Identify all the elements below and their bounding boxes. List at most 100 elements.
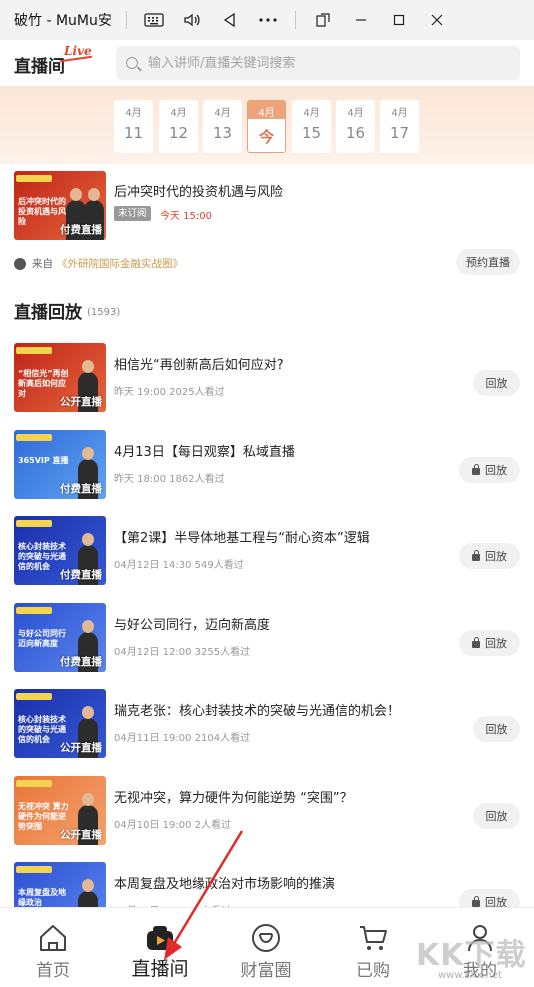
replay-section-title: 直播回放 <box>14 303 82 323</box>
thumbnail-caption: 本周复盘及地缘政治 <box>18 888 66 907</box>
subscription-status-badge: 未订阅 <box>114 206 151 221</box>
replay-thumbnail[interactable]: 本周复盘及地缘政治付费直播 <box>14 862 106 907</box>
date-tab-13[interactable]: 4月 13 <box>203 100 242 153</box>
thumbnail-tag <box>16 347 52 354</box>
replay-thumbnail[interactable]: “相信光”再创新高后如何应对 公开直播 <box>14 343 106 412</box>
replay-button[interactable]: 回放 <box>473 716 520 742</box>
replay-meta: 昨天 18:00 1862人看过 <box>114 473 225 485</box>
titlebar-divider <box>126 11 127 29</box>
close-icon[interactable] <box>418 0 456 40</box>
date-month: 4月 <box>170 108 187 119</box>
home-icon <box>40 925 66 951</box>
nav-label: 直播间 <box>131 958 189 980</box>
replay-meta: 04月12日 12:00 3255人看过 <box>114 646 251 658</box>
replay-button[interactable]: 回放 <box>459 543 520 569</box>
replay-thumbnail[interactable]: 365VIP 直播 付费直播 <box>14 429 106 499</box>
replay-item[interactable]: 核心封装技术的突破与光通信的机会 付费直播 【第2课】半导体地基工程与“耐心资本”逻… <box>0 516 534 586</box>
nav-item-live[interactable]: 直播间 <box>107 908 213 987</box>
replay-title[interactable]: 相信光“再创新高后如何应对? <box>114 354 284 373</box>
nav-item-purchased[interactable]: 已购 <box>320 908 426 987</box>
nav-item-home[interactable]: 首页 <box>0 908 106 987</box>
cart-icon <box>360 926 387 950</box>
live-type-badge: 公开直播 <box>60 396 102 408</box>
minimize-icon[interactable] <box>342 0 380 40</box>
replay-meta: 04月11日 19:00 2104人看过 <box>114 733 251 744</box>
lock-icon <box>472 550 480 561</box>
thumbnail-tag <box>16 866 52 873</box>
replay-button[interactable]: 回放 <box>459 629 520 656</box>
date-tab-15[interactable]: 4月 15 <box>292 100 331 153</box>
live-type-badge: 公开直播 <box>60 742 102 754</box>
date-day: 15 <box>301 124 322 142</box>
keyboard-icon[interactable] <box>135 0 173 40</box>
date-tab-11[interactable]: 4月 11 <box>114 100 153 153</box>
upcoming-time: 今天 15:00 <box>160 211 212 222</box>
replay-item[interactable]: 本周复盘及地缘政治付费直播本周复盘及地缘政治对市场影响的推演04月10日 16:… <box>0 862 534 907</box>
avatar <box>14 257 26 270</box>
replay-title[interactable]: 无视冲突，算力硬件为何能逆势 “突围”？ <box>114 787 353 806</box>
replay-item[interactable]: 无视冲突 算力硬件为何能逆势突围 公开直播 无视冲突，算力硬件为何能逆势 “突围”？… <box>0 775 534 846</box>
replay-button-label: 回放 <box>485 723 508 736</box>
replay-button[interactable]: 回放 <box>473 802 520 829</box>
thumbnail-caption: 与好公司同行 迈向新高度 <box>18 628 66 648</box>
date-month: 4月 <box>303 108 320 119</box>
date-tab-17[interactable]: 4月 17 <box>380 100 419 153</box>
source-label: 来自 <box>32 258 53 270</box>
watermark-url: www.kkx.net <box>438 970 502 981</box>
live-camera-icon <box>147 926 173 950</box>
replay-button-label: 回放 <box>485 550 507 563</box>
thumbnail-tag <box>16 779 52 787</box>
replay-item[interactable]: “相信光”再创新高后如何应对 公开直播 相信光“再创新高后如何应对? 昨天 19:00… <box>0 343 534 413</box>
volume-icon[interactable] <box>173 0 211 40</box>
replay-thumbnail[interactable]: 无视冲突 算力硬件为何能逆势突围 公开直播 <box>14 775 106 845</box>
date-tab-16[interactable]: 4月 16 <box>336 100 375 153</box>
date-day: 17 <box>389 124 410 142</box>
live-type-badge: 付费直播 <box>60 655 102 668</box>
page-title: 直播间 <box>14 57 65 77</box>
date-tab-12[interactable]: 4月 12 <box>159 100 198 153</box>
upcoming-live-card[interactable]: 后冲突时代的投资机遇与风险 付费直播 后冲突时代的投资机遇与风险 未订阅 今天 … <box>0 164 534 282</box>
window-titlebar: 破竹 - MuMu安 <box>0 0 534 40</box>
replay-item[interactable]: 365VIP 直播 付费直播 4月13日【每日观察】私域直播昨天 18:00 186… <box>0 429 534 500</box>
replay-title[interactable]: 【第2课】半导体地基工程与“耐心资本”逻辑 <box>114 527 370 546</box>
thumbnail-tag <box>16 433 52 441</box>
upcoming-title[interactable]: 后冲突时代的投资机遇与风险 <box>114 181 283 200</box>
replay-title[interactable]: 与好公司同行，迈向新高度 <box>114 614 270 633</box>
live-type-badge: 付费直播 <box>60 569 102 581</box>
date-day: 今 <box>258 128 274 146</box>
replay-item[interactable]: 核心封装技术的突破与光通信的机会 公开直播 瑞克老张：核心封装技术的突破与光通信的机… <box>0 689 534 759</box>
watermark-logo: KK下载 <box>416 938 527 973</box>
rotate-icon[interactable] <box>304 0 342 40</box>
replay-meta: 04月10日 19:00 2人看过 <box>114 819 231 831</box>
replay-button[interactable]: 回放 <box>459 889 520 907</box>
nav-label: 已购 <box>356 961 390 981</box>
nav-item-wealth[interactable]: 财富圈 <box>213 908 319 987</box>
maximize-icon[interactable] <box>380 0 418 40</box>
replay-button-label: 回放 <box>485 377 508 390</box>
replay-thumbnail[interactable]: 核心封装技术的突破与光通信的机会 公开直播 <box>14 689 106 758</box>
date-day: 12 <box>168 124 189 142</box>
replay-thumbnail[interactable]: 核心封装技术的突破与光通信的机会 付费直播 <box>14 516 106 585</box>
back-icon[interactable] <box>211 0 249 40</box>
reserve-live-button[interactable]: 预约直播 <box>456 249 520 275</box>
upcoming-thumbnail[interactable]: 后冲突时代的投资机遇与风险 付费直播 <box>14 171 106 240</box>
replay-thumbnail[interactable]: 与好公司同行 迈向新高度付费直播 <box>14 602 106 672</box>
more-icon[interactable] <box>249 0 287 40</box>
replay-button-label: 回放 <box>485 636 507 650</box>
replay-item[interactable]: 与好公司同行 迈向新高度 付费直播 与好公司同行，迈向新高度 04月12日 12:00… <box>0 602 534 673</box>
thumbnail-caption: 365VIP 直播 <box>18 455 69 465</box>
date-month: 4月 <box>248 101 285 119</box>
replay-button-label: 回放 <box>485 809 508 823</box>
replay-title[interactable]: 4月13日【每日观察】私域直播 <box>114 441 295 460</box>
source-link[interactable]: 《外研院国际金融实战圈》 <box>57 256 183 271</box>
replay-button[interactable]: 回放 <box>459 456 520 483</box>
search-input[interactable] <box>148 55 488 71</box>
replay-title[interactable]: 瑞克老张：核心封装技术的突破与光通信的机会！ <box>114 700 400 719</box>
lock-icon <box>472 463 480 475</box>
replay-title[interactable]: 本周复盘及地缘政治对市场影响的推演 <box>114 873 335 892</box>
replay-button[interactable]: 回放 <box>473 370 520 396</box>
nav-label: 财富圈 <box>240 961 292 981</box>
search-bar[interactable] <box>116 46 520 80</box>
thumbnail-tag <box>16 606 52 614</box>
date-tab-today[interactable]: 4月今 <box>247 100 286 153</box>
